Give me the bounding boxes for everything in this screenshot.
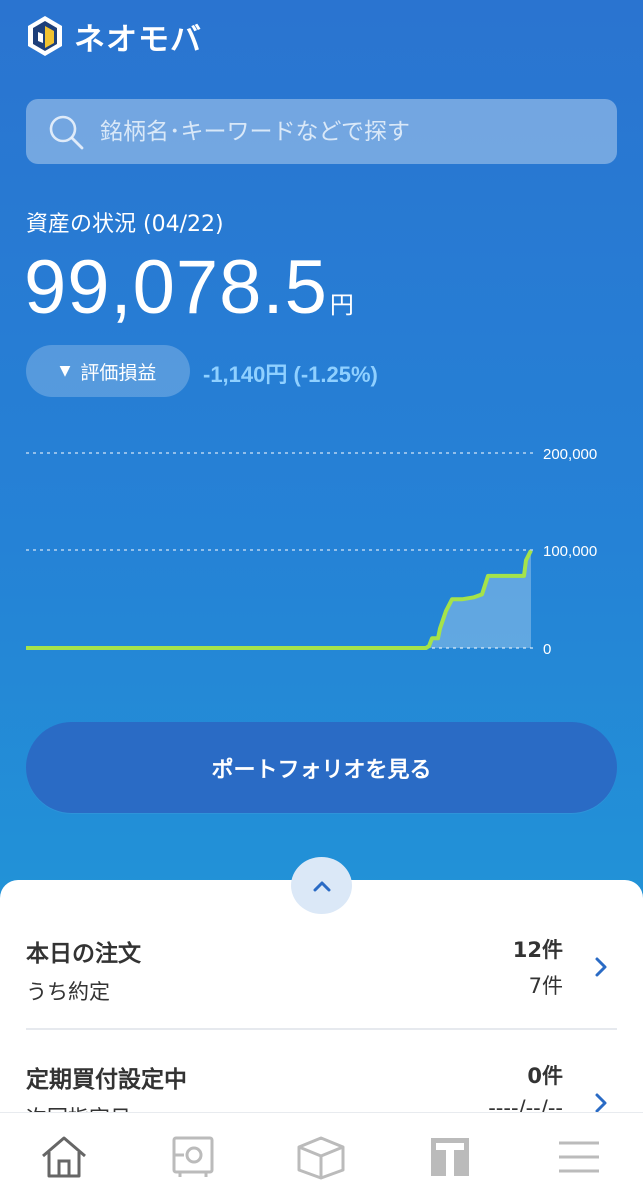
app-name: ネオモバ (74, 21, 202, 58)
tab-menu[interactable] (544, 1127, 614, 1187)
search-input[interactable] (100, 118, 580, 145)
bottom-tab-bar (0, 1112, 643, 1200)
y-tick-200000: 200,000 (543, 446, 597, 463)
assets-amount: 99,078.5 (24, 245, 328, 330)
assets-label: 資産の状況 (04/22) (26, 212, 224, 237)
logo-icon (28, 16, 62, 56)
t-icon (431, 1137, 470, 1176)
triangle-down-icon: ▼ (59, 363, 71, 379)
chevron-right-icon (595, 957, 607, 977)
tab-t-point[interactable] (415, 1127, 485, 1187)
tab-products[interactable] (286, 1127, 356, 1187)
home-icon (42, 1136, 87, 1177)
menu-icon (558, 1141, 599, 1172)
app-header: ネオモバ (26, 14, 202, 58)
y-tick-100000: 100,000 (543, 543, 597, 560)
assets-chart: 200,000 100,000 0 (26, 446, 597, 658)
chevron-up-icon (313, 881, 330, 891)
eval-toggle-button[interactable]: ▼ 評価損益 (26, 345, 190, 397)
tab-home[interactable] (29, 1127, 99, 1187)
divider (26, 1028, 617, 1030)
view-portfolio-button[interactable]: ポートフォリオを見る (26, 722, 617, 813)
box-icon (297, 1136, 345, 1179)
eval-value: -1,140円 (-1.25%) (203, 362, 378, 387)
safe-icon (172, 1136, 214, 1177)
orders-count: 12件 (512, 938, 563, 962)
recurring-row[interactable]: 定期買付設定中 次回指定日 0件 ----/--/-- (26, 1060, 617, 1130)
collapse-button[interactable] (291, 857, 352, 914)
tab-assets[interactable] (158, 1127, 228, 1187)
search-bar[interactable] (26, 99, 617, 164)
assets-value: 99,078.5 円 (24, 244, 354, 331)
y-tick-0: 0 (543, 641, 551, 658)
eval-label: 評価損益 (80, 361, 157, 384)
recurring-count: 0件 (527, 1064, 563, 1088)
orders-filled-count: 7件 (528, 974, 563, 998)
search-icon (49, 115, 84, 149)
orders-row[interactable]: 本日の注文 うち約定 12件 7件 (26, 934, 617, 1004)
assets-unit: 円 (329, 291, 354, 319)
